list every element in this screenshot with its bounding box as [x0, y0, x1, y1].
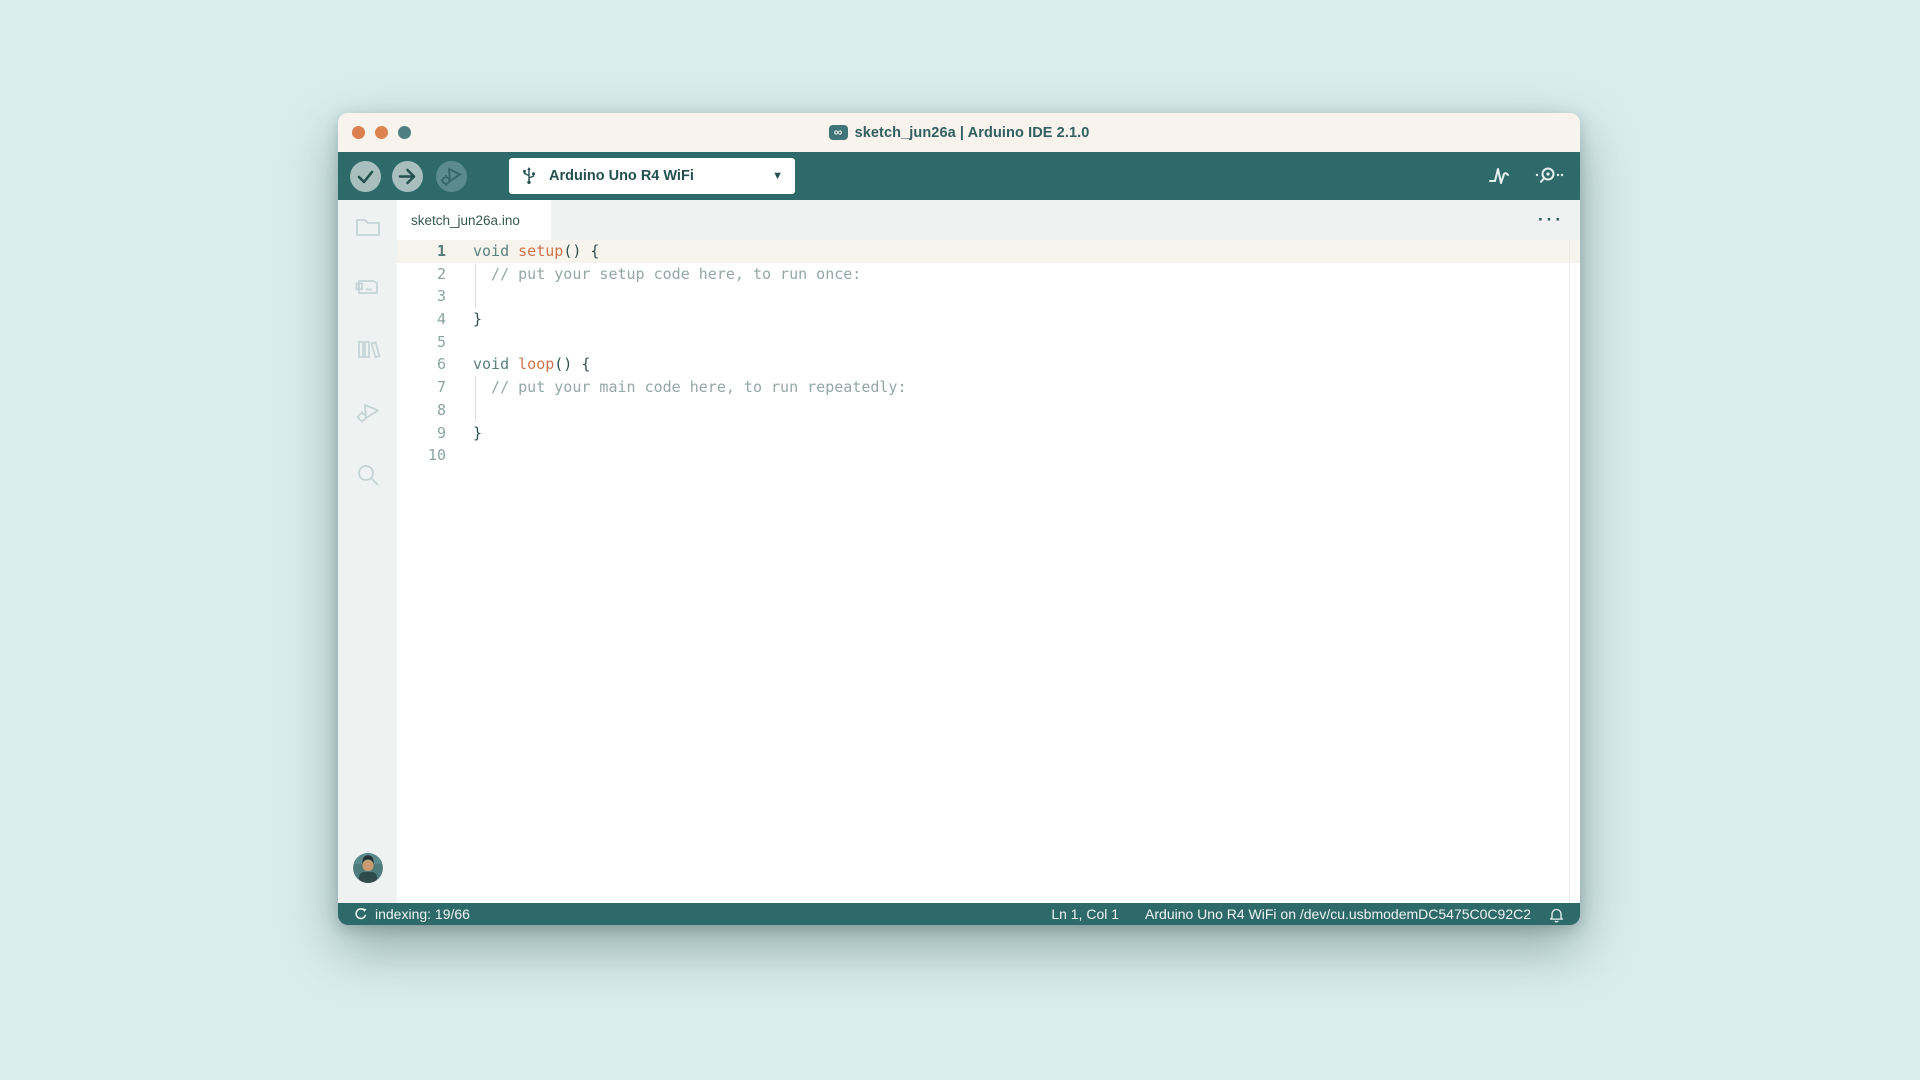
debug-icon: [353, 397, 383, 427]
code-lines: 1void setup() {2 // put your setup code …: [397, 240, 1580, 467]
code-line[interactable]: 6void loop() {: [397, 353, 1580, 376]
verify-button[interactable]: [350, 161, 381, 192]
chevron-down-icon: ▼: [772, 170, 783, 182]
status-bar: indexing: 19/66 Ln 1, Col 1 Arduino Uno …: [338, 903, 1580, 925]
window-body: sketch_jun26a.ino ··· 1void setup() {2 /…: [338, 200, 1580, 903]
line-number[interactable]: 8: [397, 399, 469, 422]
debug-button[interactable]: [436, 161, 467, 192]
line-number[interactable]: 7: [397, 376, 469, 399]
board-selector-dropdown[interactable]: Arduino Uno R4 WiFi ▼: [509, 158, 795, 194]
sidebar-item-boards-manager[interactable]: [338, 254, 397, 317]
board-port-status[interactable]: Arduino Uno R4 WiFi on /dev/cu.usbmodemD…: [1145, 906, 1531, 922]
sync-icon: [354, 907, 368, 921]
serial-plotter-icon: [1488, 165, 1514, 187]
user-avatar[interactable]: [353, 853, 383, 883]
folder-icon: [353, 212, 383, 242]
sidebar-item-library-manager[interactable]: [338, 317, 397, 380]
code-line-text[interactable]: [469, 444, 1580, 467]
main-area: sketch_jun26a.ino ··· 1void setup() {2 /…: [397, 200, 1580, 903]
cursor-position[interactable]: Ln 1, Col 1: [1051, 906, 1119, 922]
circuit-board-icon: [353, 271, 383, 301]
code-line-text[interactable]: [469, 331, 1580, 354]
close-window-button[interactable]: [352, 126, 365, 139]
code-line-text[interactable]: [469, 285, 1580, 308]
bell-icon: [1549, 906, 1564, 923]
code-line[interactable]: 8: [397, 399, 1580, 422]
books-icon: [353, 334, 383, 364]
more-actions-button[interactable]: ···: [1538, 200, 1564, 240]
code-line-text[interactable]: [469, 399, 1580, 422]
code-line[interactable]: 4}: [397, 308, 1580, 331]
line-number[interactable]: 3: [397, 285, 469, 308]
line-number[interactable]: 4: [397, 308, 469, 331]
titlebar: ∞ sketch_jun26a | Arduino IDE 2.1.0: [338, 113, 1580, 152]
avatar-image: [353, 853, 383, 883]
serial-monitor-button[interactable]: [1532, 163, 1566, 189]
arduino-app-icon: ∞: [829, 125, 848, 140]
debug-play-icon: [436, 161, 467, 192]
search-icon: [353, 460, 383, 490]
code-line-text[interactable]: void setup() {: [469, 240, 1580, 263]
code-line-text[interactable]: void loop() {: [469, 353, 1580, 376]
minimize-window-button[interactable]: [375, 126, 388, 139]
toolbar: Arduino Uno R4 WiFi ▼: [338, 152, 1580, 200]
sidebar-item-search[interactable]: [338, 443, 397, 506]
serial-monitor-icon: [1534, 165, 1564, 187]
tab-sketch-file[interactable]: sketch_jun26a.ino: [397, 200, 551, 240]
code-line-text[interactable]: // put your main code here, to run repea…: [469, 376, 1580, 399]
arduino-ide-window: ∞ sketch_jun26a | Arduino IDE 2.1.0: [338, 113, 1580, 925]
code-line[interactable]: 10: [397, 444, 1580, 467]
zoom-window-button[interactable]: [398, 126, 411, 139]
window-title: sketch_jun26a | Arduino IDE 2.1.0: [855, 125, 1090, 141]
code-editor[interactable]: 1void setup() {2 // put your setup code …: [397, 240, 1580, 903]
code-line[interactable]: 7 // put your main code here, to run rep…: [397, 376, 1580, 399]
right-arrow-icon: [392, 161, 423, 192]
code-line-text[interactable]: // put your setup code here, to run once…: [469, 263, 1580, 286]
notifications-button[interactable]: [1549, 906, 1564, 923]
traffic-lights: [352, 126, 411, 139]
line-number[interactable]: 6: [397, 353, 469, 376]
tab-bar: sketch_jun26a.ino ···: [397, 200, 1580, 240]
code-line[interactable]: 5: [397, 331, 1580, 354]
code-line-text[interactable]: }: [469, 308, 1580, 331]
line-number[interactable]: 9: [397, 422, 469, 445]
line-number[interactable]: 10: [397, 444, 469, 467]
line-number[interactable]: 2: [397, 263, 469, 286]
code-line[interactable]: 9}: [397, 422, 1580, 445]
upload-button[interactable]: [392, 161, 423, 192]
indexing-label: indexing: 19/66: [375, 906, 470, 922]
usb-icon: [521, 166, 537, 186]
sidebar-item-sketchbook[interactable]: [338, 200, 397, 254]
sidebar-item-debug[interactable]: [338, 380, 397, 443]
serial-plotter-button[interactable]: [1486, 163, 1516, 189]
line-number[interactable]: 1: [397, 240, 469, 263]
indexing-status: indexing: 19/66: [354, 906, 470, 922]
checkmark-icon: [350, 161, 381, 192]
code-line[interactable]: 3: [397, 285, 1580, 308]
activity-sidebar: [338, 200, 397, 903]
code-line-text[interactable]: }: [469, 422, 1580, 445]
selected-board-label: Arduino Uno R4 WiFi: [549, 168, 694, 184]
desktop-background: { "window": { "title": "sketch_jun26a | …: [0, 0, 1920, 1080]
code-line[interactable]: 2 // put your setup code here, to run on…: [397, 263, 1580, 286]
line-number[interactable]: 5: [397, 331, 469, 354]
code-line[interactable]: 1void setup() {: [397, 240, 1580, 263]
